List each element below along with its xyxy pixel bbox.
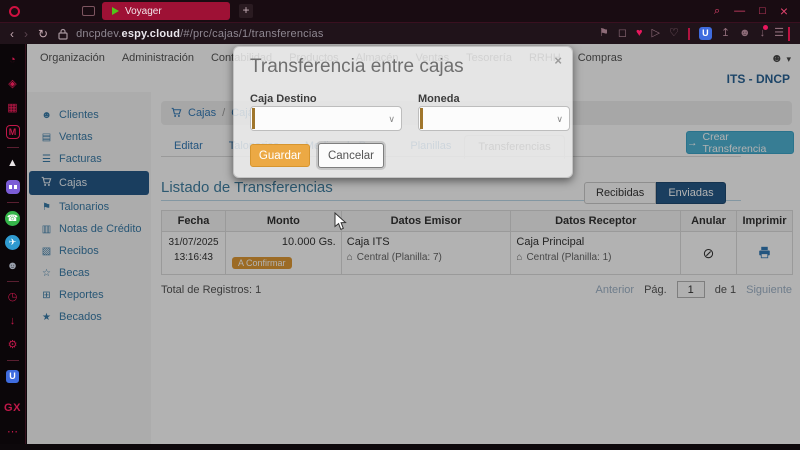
menu-icon[interactable]: ☰ [774, 28, 784, 39]
caja-destino-label: Caja Destino [250, 93, 317, 105]
gx-logo: GX [0, 396, 25, 420]
mods-icon[interactable]: ▦ [0, 96, 25, 120]
field-accent-bar [420, 108, 423, 129]
whatsapp-icon[interactable]: ☎ [5, 211, 20, 226]
modal-close-icon[interactable]: × [554, 53, 562, 68]
reload-icon[interactable]: ↻ [38, 28, 48, 40]
modal-title: Transferencia entre cajas [250, 56, 464, 78]
player-icon[interactable]: ▷ [651, 28, 659, 39]
snapshot-icon[interactable]: ◻ [618, 28, 627, 39]
divider [7, 281, 19, 282]
divider [688, 28, 690, 40]
search-icon[interactable]: ⌕ [714, 6, 720, 17]
url-field[interactable]: dncpdev.espy.cloud/#/prc/cajas/1/transfe… [76, 28, 323, 40]
browser-tab[interactable]: Voyager [102, 2, 230, 20]
divider [7, 147, 19, 148]
downloads-icon[interactable]: ↓ [0, 309, 25, 333]
history-icon[interactable]: ◷ [0, 285, 25, 309]
aria-icon[interactable]: ▲ [0, 151, 25, 175]
gx-store-icon[interactable]: ◈ [0, 72, 25, 96]
gx-cleaner-icon[interactable]: ♥ [636, 28, 643, 39]
workspace-icon[interactable] [82, 6, 95, 16]
m-site-icon[interactable]: M [6, 125, 20, 139]
page-viewport: Organización Administración Contabilidad… [27, 44, 800, 444]
share-icon[interactable]: ↥ [721, 28, 730, 39]
ublock-icon[interactable]: U [6, 370, 19, 383]
menu-accent [788, 27, 790, 41]
speed-dial-icon[interactable]: ◔ [0, 48, 25, 72]
url-path: /#/prc/cajas/1/transferencias [180, 28, 323, 40]
new-tab-button[interactable]: + [239, 4, 253, 18]
maximize-button[interactable]: □ [759, 6, 766, 17]
address-bar: ‹ › ↻ dncpdev.espy.cloud/#/prc/cajas/1/t… [0, 22, 800, 44]
url-domain: espy.cloud [122, 28, 181, 40]
moneda-label: Moneda [418, 93, 460, 105]
extension-icon[interactable]: U [699, 27, 712, 40]
discord-icon[interactable]: ☻ [0, 254, 25, 278]
divider [7, 360, 19, 361]
field-accent-bar [252, 108, 255, 129]
mouse-cursor [334, 212, 347, 236]
download-icon[interactable]: ↓ [760, 28, 766, 39]
browser-titlebar: Voyager + ⌕ — □ × [0, 0, 800, 22]
close-button[interactable]: × [780, 4, 788, 18]
moneda-select[interactable]: ∨ [418, 106, 570, 131]
tab-title: Voyager [125, 6, 162, 17]
url-prefix: dncpdev. [76, 28, 121, 40]
back-icon[interactable]: ‹ [10, 28, 14, 40]
minimize-button[interactable]: — [734, 6, 745, 17]
chevron-down-icon: ∨ [388, 114, 395, 125]
guardar-button[interactable]: Guardar [250, 144, 310, 167]
tab-favicon [112, 7, 119, 15]
twitch-icon[interactable] [6, 180, 20, 194]
divider [7, 202, 19, 203]
heart-icon[interactable]: ♡ [669, 28, 679, 39]
telegram-icon[interactable]: ✈ [5, 235, 20, 250]
lock-icon [58, 28, 68, 40]
pin-icon[interactable]: ⚑ [599, 28, 609, 39]
more-icon[interactable]: ⋯ [0, 420, 25, 444]
cancelar-button[interactable]: Cancelar [318, 143, 384, 168]
gx-sidebar: ◔ ◈ ▦ M ▲ ☎ ✈ ☻ ◷ ↓ ⚙ U GX ⋯ [0, 44, 26, 444]
settings-icon[interactable]: ⚙ [0, 333, 25, 357]
chevron-down-icon: ∨ [556, 114, 563, 125]
download-badge [763, 25, 768, 30]
caja-destino-select[interactable]: ∨ [250, 106, 402, 131]
forward-icon[interactable]: › [24, 28, 28, 40]
profile-icon[interactable]: ☻ [739, 28, 751, 39]
transfer-modal: Transferencia entre cajas × Caja Destino… [233, 46, 573, 178]
opera-logo[interactable] [9, 6, 20, 17]
